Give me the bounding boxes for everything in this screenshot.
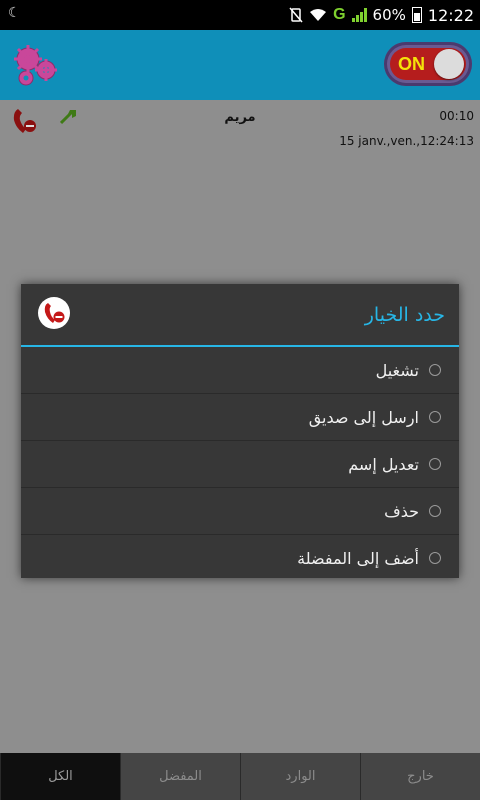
- radio-button[interactable]: [429, 552, 441, 564]
- option-label: حذف: [384, 502, 419, 521]
- network-type: G: [333, 6, 346, 23]
- option-label: أضف إلى المفضلة: [297, 549, 419, 568]
- status-icons: G 60% 12:22: [289, 0, 474, 30]
- signal-icon: [351, 8, 367, 22]
- option-send-to-friend[interactable]: ارسل إلى صديق: [21, 394, 459, 441]
- option-add-to-favorites[interactable]: أضف إلى المفضلة: [21, 535, 459, 582]
- battery-icon: [411, 7, 422, 23]
- on-off-toggle[interactable]: ON: [384, 42, 472, 86]
- option-rename[interactable]: تعديل إسم: [21, 441, 459, 488]
- option-play[interactable]: تشغيل: [21, 347, 459, 394]
- contact-name: مريم: [224, 110, 256, 125]
- toggle-knob[interactable]: [434, 49, 464, 79]
- call-datetime: 15 janv.,ven.,12:24:13: [339, 134, 474, 148]
- option-label: تعديل إسم: [348, 455, 419, 474]
- list-item[interactable]: مريم 00:10 15 janv.,ven.,12:24:13: [0, 100, 480, 160]
- battery-percent: 60%: [372, 6, 406, 24]
- option-delete[interactable]: حذف: [21, 488, 459, 535]
- tab-outgoing[interactable]: خارج: [360, 753, 480, 800]
- moon-icon: ☾: [8, 5, 21, 21]
- radio-button[interactable]: [429, 364, 441, 376]
- option-label: ارسل إلى صديق: [308, 408, 419, 427]
- radio-button[interactable]: [429, 505, 441, 517]
- vibrate-off-icon: [289, 7, 303, 23]
- tab-incoming[interactable]: الوارد: [240, 753, 360, 800]
- bottom-tabs: الكل المفضل الوارد خارج: [0, 753, 480, 800]
- phone-blocked-icon: [38, 297, 70, 329]
- status-bar: ☾ G 60% 12:22: [0, 0, 480, 30]
- call-duration: 00:10: [439, 109, 474, 123]
- option-label: تشغيل: [375, 361, 419, 380]
- tab-favorites[interactable]: المفضل: [120, 753, 240, 800]
- wifi-icon: [310, 9, 327, 21]
- radio-button[interactable]: [429, 458, 441, 470]
- toolbar: ON: [0, 30, 480, 101]
- clock: 12:22: [427, 5, 474, 25]
- dialog-header: حدد الخيار: [21, 284, 459, 344]
- options-dialog: حدد الخيار تشغيل ارسل إلى صديق تعديل إسم…: [21, 284, 459, 578]
- tab-all[interactable]: الكل: [0, 753, 120, 800]
- gears-icon[interactable]: [8, 40, 60, 88]
- options-list: تشغيل ارسل إلى صديق تعديل إسم حذف أضف إل…: [21, 347, 459, 582]
- dialog-title: حدد الخيار: [364, 304, 445, 326]
- toggle-label: ON: [398, 54, 425, 74]
- radio-button[interactable]: [429, 411, 441, 423]
